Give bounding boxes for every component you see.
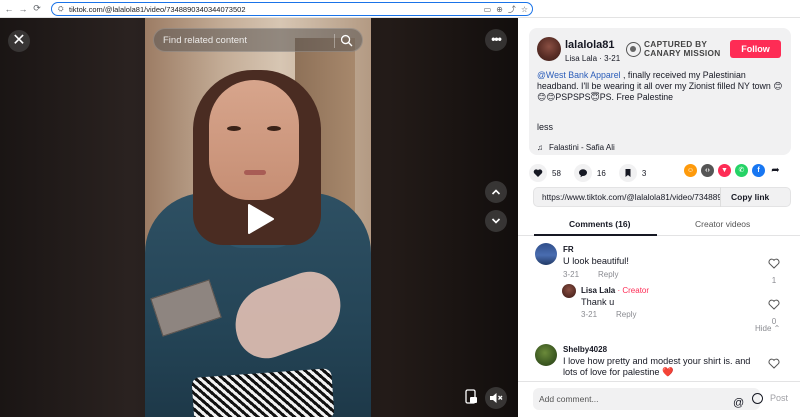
share-page-icon[interactable]: ⤴ <box>508 5 516 15</box>
less-toggle[interactable]: less <box>537 122 553 132</box>
picture-in-picture-icon[interactable] <box>462 388 480 406</box>
commenter-avatar[interactable] <box>535 344 557 366</box>
comment-composer: Add comment... @ Post <box>518 381 800 417</box>
copy-link-button[interactable]: Copy link <box>720 187 769 207</box>
next-video-button[interactable] <box>485 210 507 232</box>
reply-author-avatar[interactable] <box>562 284 576 298</box>
chevron-down-icon <box>491 218 501 224</box>
comment-placeholder[interactable]: Add comment... <box>539 394 599 404</box>
commenter-name[interactable]: Shelby4028 <box>563 345 607 354</box>
video-player[interactable]: ✕ Find related content ••• <box>0 18 518 417</box>
commenter-name[interactable]: FR <box>563 245 574 254</box>
tab-comments[interactable]: Comments (16) <box>569 219 630 229</box>
music-link[interactable]: ♫ Falastini - Safia Ali <box>537 143 615 152</box>
reply-date: 3-21 <box>581 310 598 319</box>
emoji-icon[interactable] <box>752 393 763 404</box>
video-info-card: lalalola81 Lisa Lala · 3-21 CAPTURED BY … <box>529 28 791 155</box>
canary-mission-watermark: CAPTURED BY CANARY MISSION <box>626 40 721 58</box>
search-icon[interactable] <box>340 34 353 47</box>
music-note-icon: ♫ <box>537 143 543 152</box>
reply-button[interactable]: Reply <box>598 270 618 279</box>
mention-link[interactable]: @West Bank Apparel <box>537 70 621 80</box>
comment-action[interactable]: 16 <box>573 164 606 182</box>
comment-like-button[interactable]: 1 <box>767 256 781 285</box>
share-icons: ☺ ‹› ▼ ✆ f ➦ <box>684 164 782 177</box>
back-arrow-icon[interactable]: ← <box>2 1 16 17</box>
author-avatar[interactable] <box>537 37 561 61</box>
add-comment-input[interactable]: Add comment... @ <box>533 388 763 410</box>
share-friends-icon[interactable]: ☺ <box>684 164 697 177</box>
play-icon[interactable] <box>244 202 276 236</box>
search-placeholder[interactable]: Find related content <box>163 35 247 46</box>
address-bar[interactable]: ⛭ tiktok.com/@lalalola81/video/734889034… <box>51 2 533 16</box>
comment-date: 3-21 <box>563 270 580 279</box>
volume-muted-icon <box>490 393 503 403</box>
more-options-button[interactable]: ••• <box>485 29 507 51</box>
share-link-text[interactable]: https://www.tiktok.com/@lalalola81/video… <box>534 192 720 202</box>
commenter-avatar[interactable] <box>535 243 557 265</box>
site-info-icon[interactable]: ⛭ <box>58 6 65 13</box>
bookmark-star-icon[interactable]: ☆ <box>521 5 528 15</box>
forward-arrow-icon[interactable]: → <box>16 1 30 17</box>
music-title[interactable]: Falastini - Safia Ali <box>549 143 615 152</box>
reply-text: Thank u <box>581 297 615 307</box>
like-count: 58 <box>552 168 561 178</box>
reply-like-button[interactable]: 0 <box>767 297 781 326</box>
find-related-search[interactable]: Find related content <box>153 28 363 52</box>
embed-code-icon[interactable]: ‹› <box>701 164 714 177</box>
heart-outline-icon <box>768 358 780 369</box>
send-to-friends-icon[interactable]: ▼ <box>718 164 731 177</box>
whatsapp-icon[interactable]: ✆ <box>735 164 748 177</box>
comment-text: I love how pretty and modest your shirt … <box>563 356 751 377</box>
creator-badge: · Creator <box>615 286 650 295</box>
heart-icon[interactable] <box>529 164 547 182</box>
like-action[interactable]: 58 <box>529 164 561 182</box>
author-username[interactable]: lalalola81 <box>565 39 615 51</box>
save-action[interactable]: 3 <box>618 164 647 182</box>
tab-creator-videos[interactable]: Creator videos <box>695 219 750 229</box>
close-video-button[interactable]: ✕ <box>8 30 30 52</box>
comment-tabs: Comments (16) Creator videos <box>518 214 800 236</box>
comment-count: 16 <box>596 168 606 178</box>
bookmark-icon[interactable] <box>618 164 637 182</box>
reload-icon[interactable]: ⟳ <box>30 1 44 17</box>
more-share-arrow-icon[interactable]: ➦ <box>769 164 782 177</box>
reply-author-name[interactable]: Lisa Lala · Creator <box>581 286 649 295</box>
heart-outline-icon <box>768 299 780 310</box>
post-button[interactable]: Post <box>770 393 788 403</box>
comment-like-button[interactable] <box>767 356 781 374</box>
mute-button[interactable] <box>485 387 507 409</box>
previous-video-button[interactable] <box>485 181 507 203</box>
comment-text: U look beautiful! <box>563 256 629 266</box>
canary-seal-icon <box>626 41 641 57</box>
heart-outline-icon <box>768 258 780 269</box>
zoom-icon[interactable]: ⊕ <box>496 5 503 15</box>
url-text[interactable]: tiktok.com/@lalalola81/video/73488903403… <box>69 5 246 14</box>
share-link-row: https://www.tiktok.com/@lalalola81/video… <box>533 187 791 207</box>
comment-bubble-icon[interactable] <box>573 164 592 182</box>
cast-icon[interactable]: ▭ <box>484 5 492 15</box>
facebook-icon[interactable]: f <box>752 164 765 177</box>
save-count: 3 <box>641 168 647 178</box>
hide-replies-button[interactable]: Hide ⌃ <box>755 324 780 333</box>
author-nickname-date: Lisa Lala · 3-21 <box>565 54 621 63</box>
video-details-panel: lalalola81 Lisa Lala · 3-21 CAPTURED BY … <box>518 18 800 417</box>
comment-like-count: 1 <box>771 276 777 285</box>
follow-button[interactable]: Follow <box>730 40 781 58</box>
video-description: @West Bank Apparel , finally received my… <box>537 70 785 103</box>
mention-at-icon[interactable]: @ <box>733 392 744 414</box>
chevron-up-icon <box>491 189 501 195</box>
reply-button[interactable]: Reply <box>616 310 636 319</box>
browser-toolbar: ← → ⟳ ⛭ tiktok.com/@lalalola81/video/734… <box>0 0 800 18</box>
